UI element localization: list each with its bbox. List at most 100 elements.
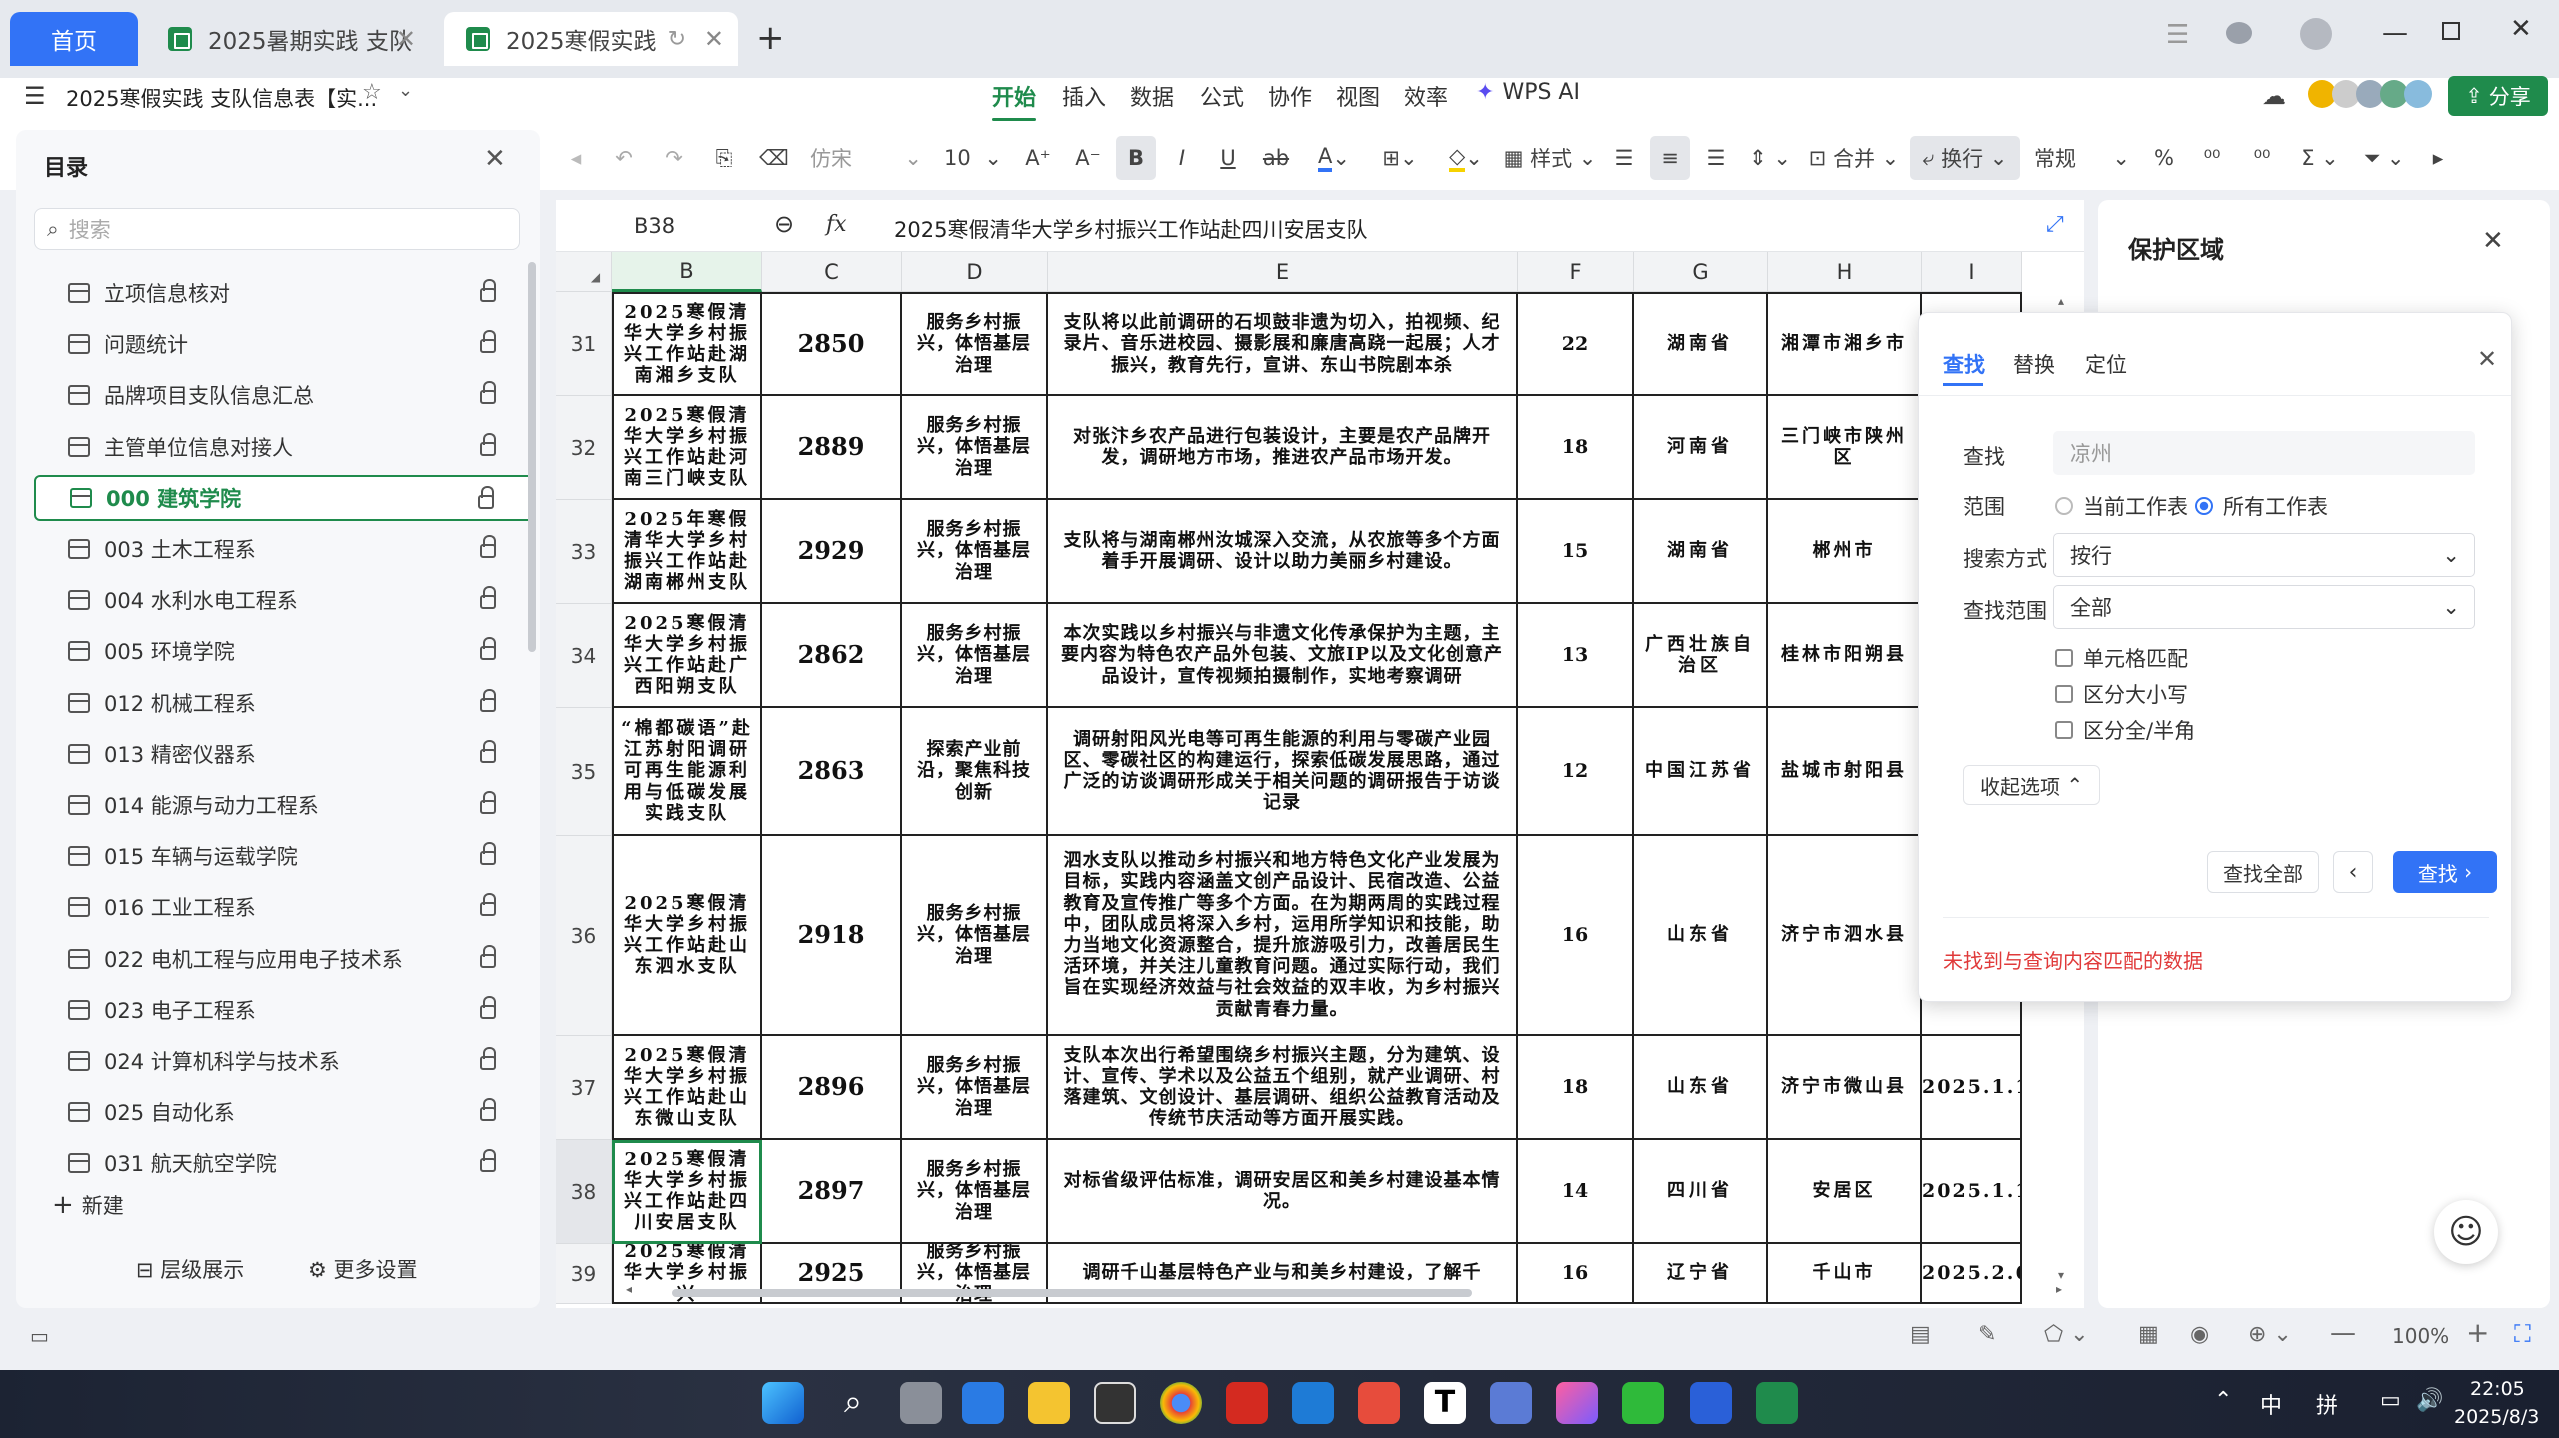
close-icon[interactable]: ✕ bbox=[396, 25, 416, 53]
format-painter-icon[interactable]: ⎘ bbox=[702, 136, 746, 180]
grid-cell[interactable]: 郴州市 bbox=[1768, 500, 1922, 604]
app-icon[interactable] bbox=[1556, 1382, 1598, 1424]
layout-icon[interactable]: ▦ bbox=[2138, 1322, 2159, 1347]
refresh-icon[interactable]: ↻ bbox=[668, 27, 686, 52]
row-header[interactable]: 32 bbox=[556, 396, 612, 500]
row-header[interactable]: 31 bbox=[556, 292, 612, 396]
zoom-in-icon[interactable]: + bbox=[2466, 1316, 2489, 1349]
method-select[interactable]: 按行 ⌄ bbox=[2053, 533, 2475, 577]
grid-cell[interactable]: 2863 bbox=[762, 708, 902, 836]
column-header[interactable]: G bbox=[1634, 252, 1768, 292]
menu-start[interactable]: 开始 bbox=[992, 80, 1037, 121]
task-view-icon[interactable] bbox=[900, 1382, 942, 1424]
grid-cell[interactable]: 2025寒假清华大学乡村振兴工作站赴河南三门峡支队 bbox=[612, 396, 762, 500]
grid-cell[interactable]: 12 bbox=[1518, 708, 1634, 836]
arrow-left-icon[interactable]: ◂ bbox=[556, 136, 596, 180]
menu-view[interactable]: 视图 bbox=[1336, 80, 1380, 112]
column-header[interactable]: C bbox=[762, 252, 902, 292]
ime-indicator[interactable]: 中 bbox=[2260, 1388, 2282, 1420]
sum-icon[interactable]: Σ ⌄ bbox=[2290, 136, 2350, 180]
scope-all-radio[interactable]: 所有工作表 bbox=[2195, 491, 2328, 521]
range-select[interactable]: 全部 ⌄ bbox=[2053, 585, 2475, 629]
grid-cell[interactable]: 2025.1.11 bbox=[1922, 1036, 2022, 1140]
grid-cell[interactable]: 16 bbox=[1518, 836, 1634, 1036]
number-format-select[interactable]: 常规 ⌄ bbox=[2026, 136, 2138, 180]
grid-cell[interactable]: 2025.1.14 bbox=[1922, 1140, 2022, 1244]
grid-cell[interactable]: 济宁市微山县 bbox=[1768, 1036, 1922, 1140]
percent-icon[interactable]: % bbox=[2144, 136, 2184, 180]
row-header[interactable]: 39 bbox=[556, 1244, 612, 1304]
match-case-checkbox[interactable]: 区分大小写 bbox=[2055, 679, 2188, 709]
match-cell-checkbox[interactable]: 单元格匹配 bbox=[2055, 643, 2188, 673]
grid-cell[interactable]: 2850 bbox=[762, 292, 902, 396]
pdf-icon[interactable] bbox=[1226, 1382, 1268, 1424]
grid-cell[interactable]: 2025寒假清华大学乡村振兴工作站赴山东微山支队 bbox=[612, 1036, 762, 1140]
tab-replace[interactable]: 替换 bbox=[2013, 349, 2055, 379]
find-next-button[interactable]: 查找 › bbox=[2393, 851, 2497, 893]
grid-cell[interactable]: 18 bbox=[1518, 1036, 1634, 1140]
grid-cell[interactable]: 济宁市泗水县 bbox=[1768, 836, 1922, 1036]
font-color-button[interactable]: A ⌄ bbox=[1304, 136, 1364, 180]
list-icon[interactable]: ☰ bbox=[2166, 20, 2189, 50]
folder-icon[interactable] bbox=[1028, 1382, 1070, 1424]
vertical-align-icon[interactable]: ⇕ ⌄ bbox=[1742, 136, 1798, 180]
new-item-button[interactable]: + 新建 bbox=[52, 1190, 124, 1220]
horizontal-scrollbar[interactable]: ◂ ▸ bbox=[626, 1282, 2066, 1300]
levels-button[interactable]: ⊟ 层级展示 bbox=[136, 1254, 244, 1284]
grid-cell[interactable]: 2862 bbox=[762, 604, 902, 708]
shape-icon[interactable]: ⬠ ⌄ bbox=[2044, 1322, 2089, 1347]
column-header[interactable]: E bbox=[1048, 252, 1518, 292]
match-width-checkbox[interactable]: 区分全/半角 bbox=[2055, 715, 2195, 745]
italic-button[interactable]: I bbox=[1162, 136, 1202, 180]
menu-data[interactable]: 数据 bbox=[1130, 80, 1174, 112]
grid-cell[interactable]: 13 bbox=[1518, 604, 1634, 708]
sidebar-item[interactable]: 003 土木工程系 bbox=[34, 526, 536, 572]
border-button[interactable]: ⊞ ⌄ bbox=[1370, 136, 1430, 180]
close-icon[interactable]: ✕ bbox=[2477, 345, 2497, 373]
find-input[interactable]: 凉州 bbox=[2053, 431, 2475, 475]
zoom-out-icon[interactable]: — bbox=[2330, 1318, 2356, 1348]
style-button[interactable]: ▦ 样式 ⌄ bbox=[1502, 136, 1598, 180]
eye-icon[interactable]: ◉ bbox=[2190, 1322, 2209, 1347]
bold-button[interactable]: B bbox=[1116, 136, 1156, 180]
sidebar-item[interactable]: 005 环境学院 bbox=[34, 628, 536, 674]
column-header[interactable]: B bbox=[612, 252, 762, 292]
sidebar-item[interactable]: 023 电子工程系 bbox=[34, 987, 536, 1033]
sidebar-item[interactable]: 015 车辆与运载学院 bbox=[34, 833, 536, 879]
sidebar-item[interactable]: 000 建筑学院 bbox=[34, 474, 536, 521]
avatar[interactable] bbox=[2300, 18, 2332, 50]
merge-button[interactable]: ⊡ 合并 ⌄ bbox=[1804, 136, 1904, 180]
grid-cell[interactable]: 服务乡村振兴，体悟基层治理 bbox=[902, 292, 1048, 396]
grid-cell[interactable]: “棉都碳语”赴江苏射阳调研可再生能源利用与低碳发展实践支队 bbox=[612, 708, 762, 836]
grid-cell[interactable]: 安居区 bbox=[1768, 1140, 1922, 1244]
clock-date[interactable]: 2025/8/3 bbox=[2454, 1406, 2539, 1428]
grid-cell[interactable]: 服务乡村振兴，体悟基层治理 bbox=[902, 1140, 1048, 1244]
more-settings-button[interactable]: ⚙ 更多设置 bbox=[308, 1254, 418, 1284]
sidebar-item[interactable]: 品牌项目支队信息汇总 bbox=[34, 372, 536, 418]
grid-cell[interactable]: 支队将与湖南郴州汝城深入交流，从农旅等多个方面着手开展调研、设计以助力美丽乡村建… bbox=[1048, 500, 1518, 604]
menu-collab[interactable]: 协作 bbox=[1268, 80, 1312, 112]
sidebar-item[interactable]: 022 电机工程与应用电子技术系 bbox=[34, 936, 536, 982]
grid-cell[interactable]: 盐城市射阳县 bbox=[1768, 708, 1922, 836]
chevron-up-icon[interactable]: ⌃ bbox=[2214, 1388, 2232, 1413]
sidebar-item[interactable]: 012 机械工程系 bbox=[34, 680, 536, 726]
font-select[interactable]: 仿宋 ⌄ bbox=[802, 136, 930, 180]
grid-cell[interactable]: 2025寒假清华大学乡村振兴工作站赴山东泗水支队 bbox=[612, 836, 762, 1036]
app-icon[interactable] bbox=[1490, 1382, 1532, 1424]
grid-cell[interactable]: 2889 bbox=[762, 396, 902, 500]
redo-icon[interactable]: ↷ bbox=[652, 136, 696, 180]
column-header[interactable]: I bbox=[1922, 252, 2022, 292]
strikethrough-button[interactable]: ab bbox=[1254, 136, 1298, 180]
sidebar-item[interactable]: 立项信息核对 bbox=[34, 270, 536, 316]
grid-cell[interactable]: 14 bbox=[1518, 1140, 1634, 1244]
grid-cell[interactable]: 山东省 bbox=[1634, 1036, 1768, 1140]
grid-cell[interactable]: 中国江苏省 bbox=[1634, 708, 1768, 836]
sidebar-item[interactable]: 主管单位信息对接人 bbox=[34, 424, 536, 470]
row-header[interactable]: 38 bbox=[556, 1140, 612, 1244]
sidebar-item[interactable]: 问题统计 bbox=[34, 321, 536, 367]
vscode-icon[interactable] bbox=[1292, 1382, 1334, 1424]
ime-mode[interactable]: 拼 bbox=[2316, 1388, 2338, 1420]
scope-current-radio[interactable]: 当前工作表 bbox=[2055, 491, 2188, 521]
wrap-button[interactable]: ⤶ 换行 ⌄ bbox=[1910, 136, 2020, 180]
grid-cell[interactable]: 18 bbox=[1518, 396, 1634, 500]
